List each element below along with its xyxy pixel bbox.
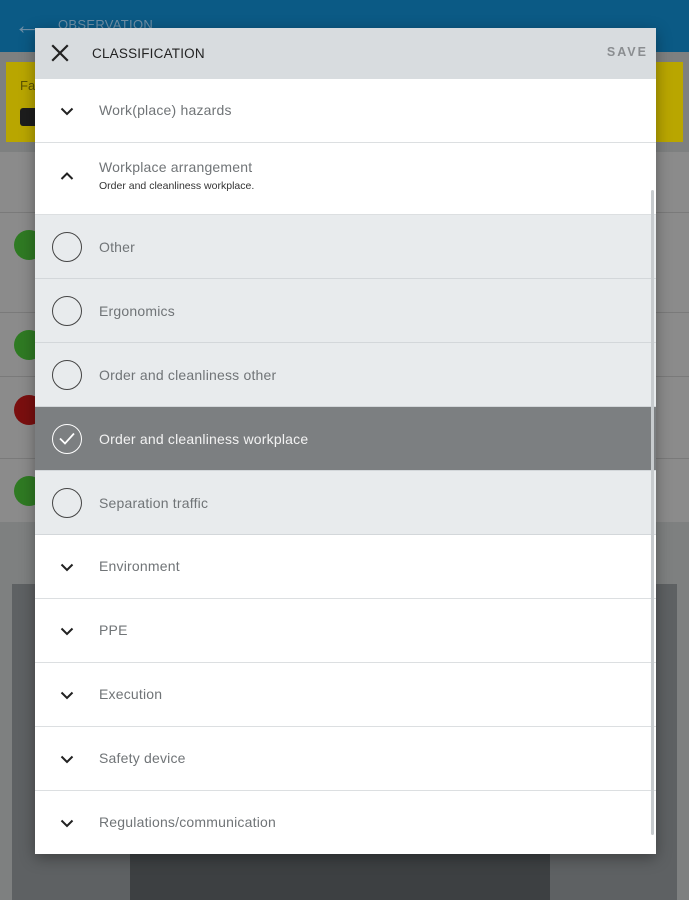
radio-unchecked-icon[interactable]: [52, 488, 82, 518]
dialog-header: CLASSIFICATION SAVE: [35, 28, 656, 79]
category-environment[interactable]: Environment: [35, 535, 656, 599]
radio-checked-icon[interactable]: [52, 424, 82, 454]
category-safety-device[interactable]: Safety device: [35, 727, 656, 791]
category-label: Workplace arrangement: [99, 159, 253, 175]
radio-unchecked-icon[interactable]: [52, 232, 82, 262]
category-ppe[interactable]: PPE: [35, 599, 656, 663]
option-other[interactable]: Other: [35, 215, 656, 279]
category-label: Environment: [99, 558, 180, 574]
category-label: PPE: [99, 622, 128, 638]
radio-unchecked-icon[interactable]: [52, 360, 82, 390]
chevron-down-icon: [59, 687, 75, 703]
category-execution[interactable]: Execution: [35, 663, 656, 727]
option-label: Separation traffic: [99, 495, 209, 511]
option-label: Order and cleanliness workplace: [99, 431, 309, 447]
option-order-cleanliness-workplace[interactable]: Order and cleanliness workplace: [35, 407, 656, 471]
classification-dialog: CLASSIFICATION SAVE Work(place) hazards …: [35, 28, 656, 854]
category-workplace-arrangement[interactable]: Workplace arrangement Order and cleanlin…: [35, 143, 656, 215]
category-label: Execution: [99, 686, 163, 702]
option-label: Order and cleanliness other: [99, 367, 277, 383]
option-label: Other: [99, 239, 136, 255]
chevron-down-icon: [59, 623, 75, 639]
chevron-up-icon: [59, 168, 75, 184]
chevron-down-icon: [59, 103, 75, 119]
category-label: Work(place) hazards: [99, 102, 232, 118]
option-separation-traffic[interactable]: Separation traffic: [35, 471, 656, 535]
category-selection-summary: Order and cleanliness workplace.: [99, 180, 255, 192]
category-label: Regulations/communication: [99, 814, 276, 830]
list-scrollbar[interactable]: [651, 190, 654, 835]
option-ergonomics[interactable]: Ergonomics: [35, 279, 656, 343]
classification-list: Work(place) hazards Workplace arrangemen…: [35, 79, 656, 854]
radio-unchecked-icon[interactable]: [52, 296, 82, 326]
category-regulations-communication[interactable]: Regulations/communication: [35, 791, 656, 854]
chevron-down-icon: [59, 559, 75, 575]
category-label: Safety device: [99, 750, 186, 766]
close-icon[interactable]: [47, 40, 73, 66]
dialog-title: CLASSIFICATION: [92, 46, 205, 61]
option-label: Ergonomics: [99, 303, 175, 319]
category-work-place-hazards[interactable]: Work(place) hazards: [35, 79, 656, 143]
chevron-down-icon: [59, 815, 75, 831]
chevron-down-icon: [59, 751, 75, 767]
warning-banner-text: Fa: [20, 78, 36, 93]
option-order-cleanliness-other[interactable]: Order and cleanliness other: [35, 343, 656, 407]
save-button[interactable]: SAVE: [607, 45, 648, 59]
